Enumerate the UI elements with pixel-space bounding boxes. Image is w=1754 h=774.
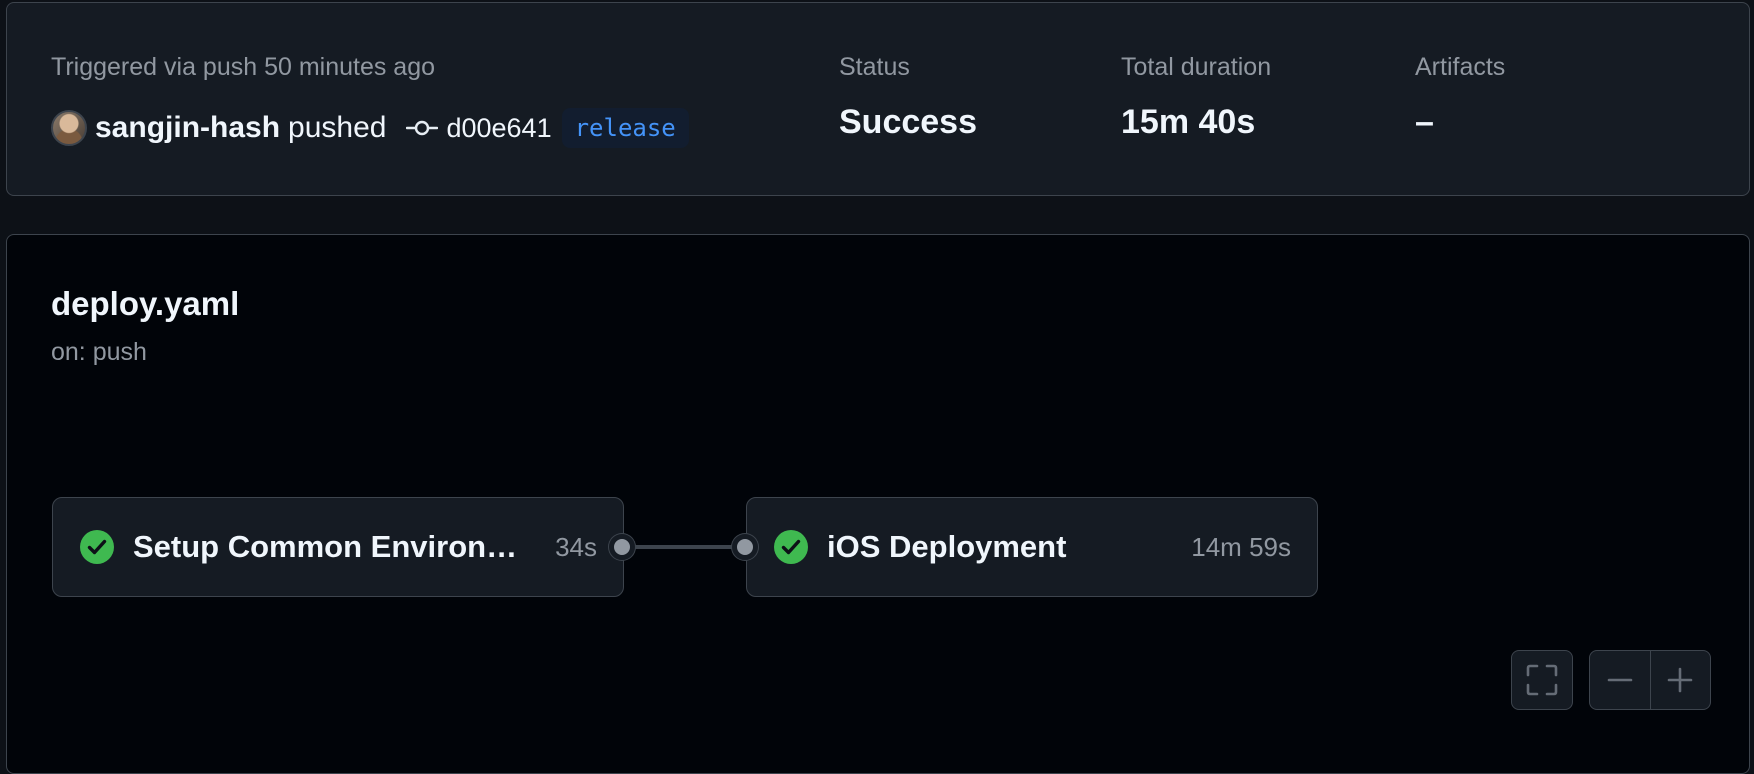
push-action-text: pushed (288, 111, 387, 144)
artifacts-value: – (1415, 103, 1434, 141)
artifacts-label: Artifacts (1415, 53, 1506, 81)
job-input-port (732, 534, 758, 560)
job-name: iOS Deployment (827, 529, 1067, 564)
workflow-graph-card: deploy.yaml on: push Setup Common Enviro… (6, 234, 1750, 774)
job-duration: 14m 59s (1191, 531, 1291, 562)
job-connector-line (622, 545, 750, 549)
job-output-port (609, 534, 635, 560)
push-info: sangjin-hash pushed d00e641 release (51, 108, 689, 148)
check-circle-icon (80, 530, 114, 564)
branch-badge[interactable]: release (561, 108, 689, 148)
job-name: Setup Common Environm... (133, 529, 538, 564)
check-circle-icon (774, 530, 808, 564)
run-summary-card: Triggered via push 50 minutes ago sangji… (6, 2, 1750, 196)
status-value: Success (839, 103, 977, 141)
workflow-trigger: on: push (51, 338, 147, 366)
job-node-ios-deployment[interactable]: iOS Deployment 14m 59s (746, 497, 1318, 597)
username-link[interactable]: sangjin-hash (95, 111, 280, 145)
user-avatar[interactable] (51, 110, 87, 146)
zoom-in-button[interactable] (1649, 651, 1711, 709)
trigger-description: Triggered via push 50 minutes ago (51, 53, 436, 81)
total-duration-value: 15m 40s (1121, 103, 1256, 141)
git-commit-icon (406, 120, 439, 136)
workflow-file-name: deploy.yaml (51, 285, 240, 322)
zoom-out-button[interactable] (1590, 651, 1650, 709)
job-node-setup-common-environment[interactable]: Setup Common Environm... 34s (52, 497, 624, 597)
total-duration-label: Total duration (1121, 53, 1272, 81)
job-duration: 34s (555, 531, 597, 562)
fullscreen-button[interactable] (1511, 650, 1573, 710)
zoom-out-icon (1607, 678, 1633, 682)
status-label: Status (839, 53, 910, 81)
zoom-controls (1589, 650, 1711, 710)
fullscreen-icon (1526, 664, 1558, 696)
commit-sha-link[interactable]: d00e641 (446, 113, 551, 144)
zoom-in-icon (1667, 667, 1693, 693)
